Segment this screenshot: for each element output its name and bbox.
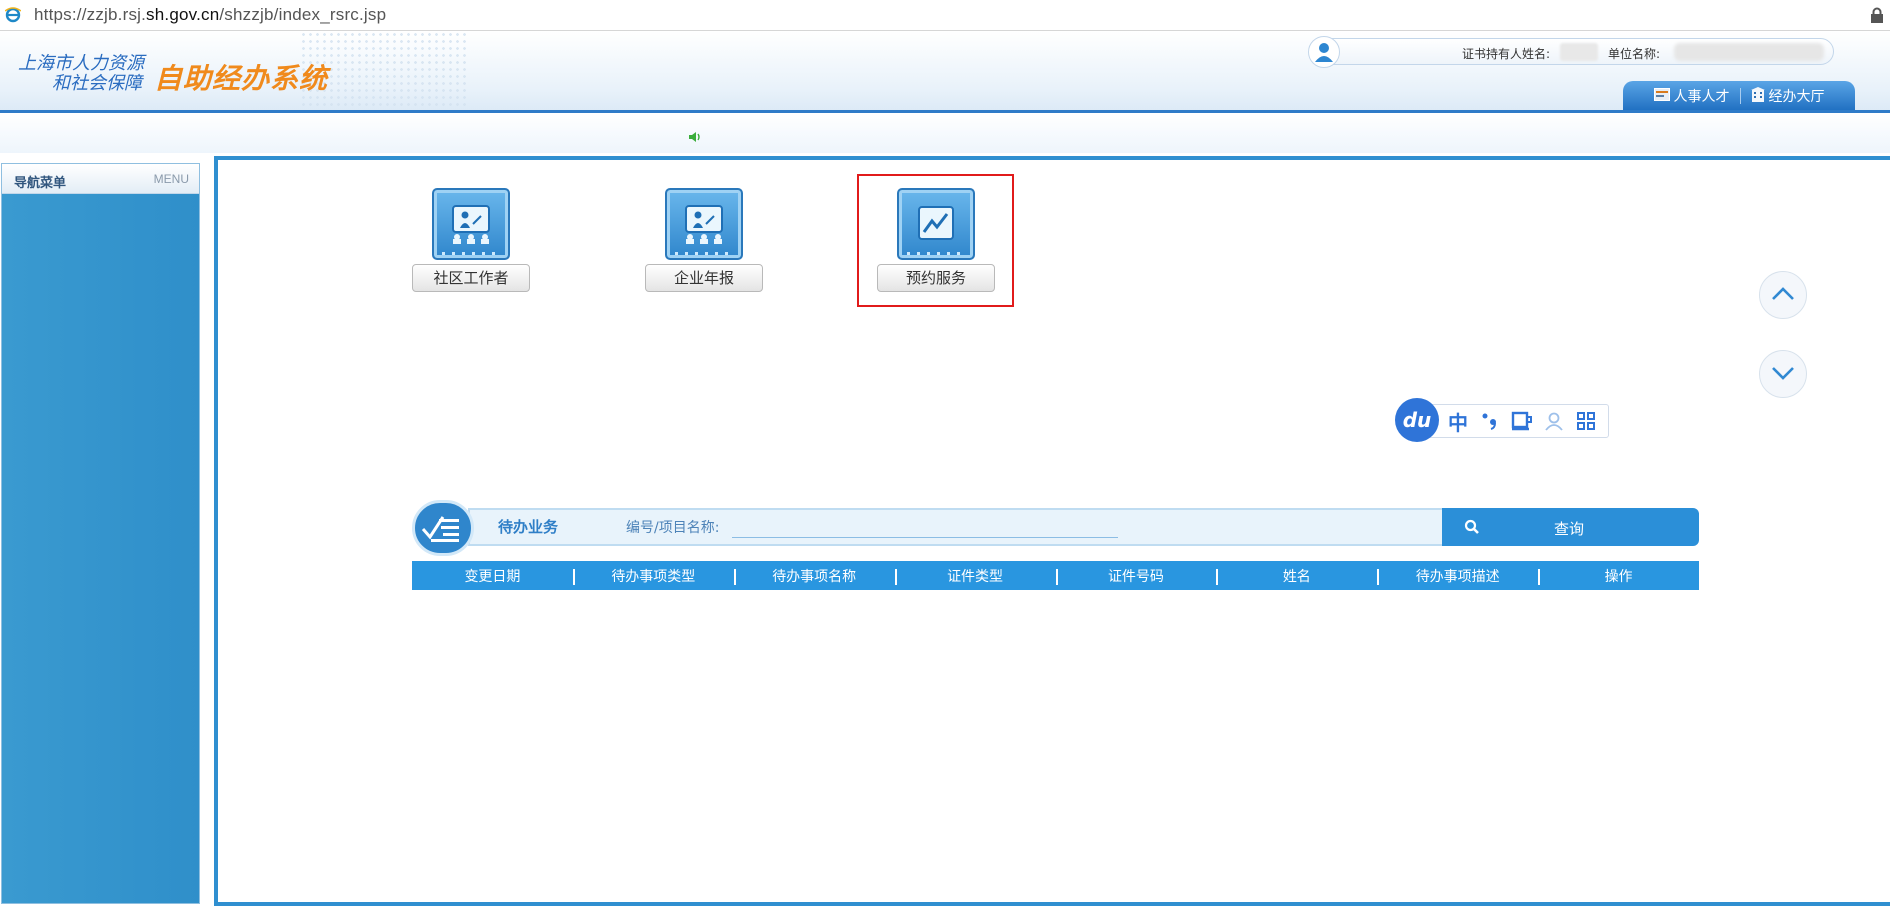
search-icon — [1464, 519, 1480, 539]
col-name: 姓名 — [1216, 566, 1377, 586]
todo-title: 待办业务 — [498, 518, 559, 536]
scroll-up-button[interactable] — [1759, 271, 1807, 319]
company-name-redacted — [1674, 43, 1824, 61]
tab-divider — [1739, 88, 1741, 104]
site-header: 上海市人力资源 和社会保障 自助经办系统 证书持有人姓名: 单位名称: 人事人才… — [0, 31, 1890, 113]
ime-language-toggle[interactable]: 中 — [1446, 409, 1470, 435]
col-todo-description: 待办事项描述 — [1377, 566, 1538, 586]
tab-hr-talent[interactable]: 人事人才 — [1653, 86, 1730, 106]
shortcut-label[interactable]: 企业年报 — [645, 264, 763, 292]
presentation-icon — [432, 188, 510, 260]
search-button-label: 查询 — [1554, 520, 1585, 538]
chevron-down-icon — [1771, 365, 1795, 384]
header-tabs: 人事人才 经办大厅 — [1623, 81, 1855, 111]
user-info-bar: 证书持有人姓名: 单位名称: — [1308, 36, 1834, 68]
cert-holder-label: 证书持有人姓名: — [1462, 47, 1551, 61]
company-label: 单位名称: — [1608, 47, 1661, 61]
scroll-down-button[interactable] — [1759, 350, 1807, 398]
todo-search-bar: 待办业务 编号/项目名称: 查询 — [412, 500, 1699, 556]
address-bar[interactable]: https://zzjb.rsj.sh.gov.cn/shzzjb/index_… — [0, 0, 1890, 31]
ie-browser-icon — [4, 6, 22, 24]
notice-bar — [0, 113, 1890, 153]
tab-service-hall[interactable]: 经办大厅 — [1750, 86, 1825, 106]
search-button[interactable]: 查询 — [1442, 508, 1699, 546]
baidu-logo[interactable]: du — [1395, 398, 1439, 442]
presentation-icon — [665, 188, 743, 260]
sidebar-header: 导航菜单 MENU — [2, 164, 199, 194]
card-icon — [1653, 87, 1670, 105]
grid-menu-icon[interactable] — [1574, 409, 1598, 433]
shortcut-community-worker[interactable]: 社区工作者 — [412, 188, 530, 300]
search-label: 编号/项目名称: — [626, 520, 720, 536]
todo-table-header: 变更日期 待办事项类型 待办事项名称 证件类型 证件号码 姓名 待办事项描述 操… — [412, 561, 1699, 590]
checklist-icon — [412, 500, 474, 556]
search-input[interactable] — [732, 512, 1118, 538]
sidebar-menu-label: MENU — [153, 172, 189, 186]
logo-system-name: 自助经办系统 — [154, 62, 329, 95]
chevron-up-icon — [1771, 286, 1795, 305]
cert-holder-name-redacted — [1560, 43, 1598, 61]
url-text[interactable]: https://zzjb.rsj.sh.gov.cn/shzzjb/index_… — [34, 5, 386, 25]
nav-sidebar: 导航菜单 MENU — [1, 163, 200, 904]
col-cert-number: 证件号码 — [1055, 566, 1217, 586]
col-todo-type: 待办事项类型 — [572, 566, 734, 586]
lock-icon — [1870, 7, 1884, 24]
shortcut-label[interactable]: 社区工作者 — [412, 264, 530, 292]
user-icon[interactable] — [1542, 409, 1566, 433]
col-actions: 操作 — [1538, 566, 1699, 586]
col-change-date: 变更日期 — [464, 568, 521, 585]
col-todo-name: 待办事项名称 — [733, 566, 895, 586]
user-avatar-icon — [1308, 36, 1340, 68]
baidu-ime-toolbar: du 中 — [1395, 398, 1609, 442]
col-cert-type: 证件类型 — [894, 566, 1056, 586]
sidebar-title: 导航菜单 — [14, 176, 67, 191]
speaker-icon — [688, 128, 702, 147]
punctuation-icon[interactable] — [1478, 409, 1502, 433]
keyboard-icon[interactable] — [1510, 409, 1534, 433]
baidu-toolbar-bar: 中 — [1415, 404, 1609, 438]
building-icon — [1750, 86, 1765, 106]
shortcut-annual-report[interactable]: 企业年报 — [645, 188, 763, 300]
logo-line2: 和社会保障 — [52, 73, 142, 94]
highlight-box — [857, 174, 1014, 307]
